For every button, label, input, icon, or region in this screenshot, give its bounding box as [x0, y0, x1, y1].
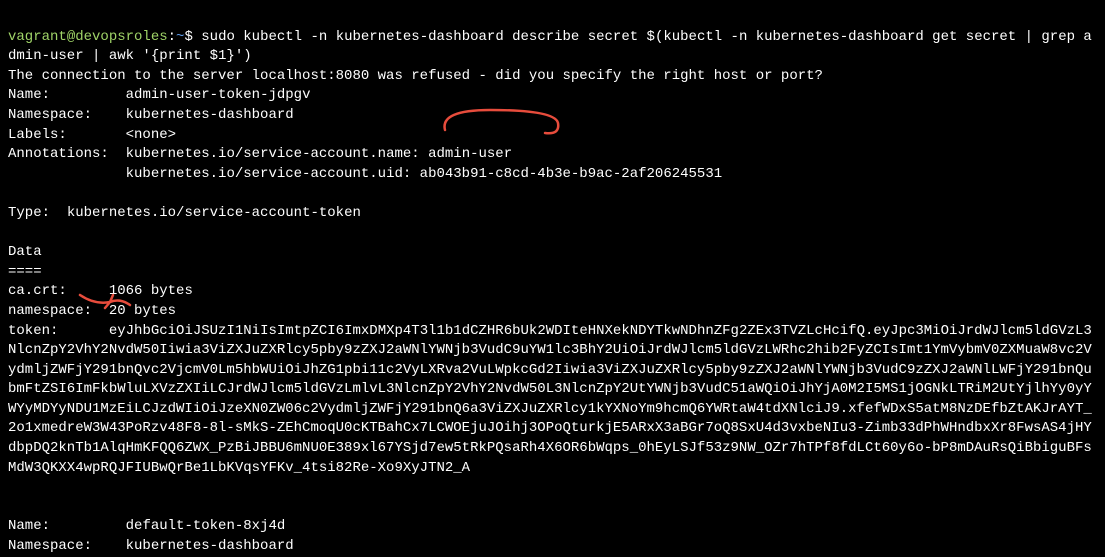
labels-value: <none> [126, 127, 176, 143]
ns-data-line: namespace: 20 bytes [8, 302, 1097, 322]
data-header: Data [8, 243, 1097, 263]
prompt-symbol: $ [184, 29, 192, 45]
ns-data-label: namespace: [8, 303, 92, 319]
connection-error: The connection to the server localhost:8… [8, 67, 1097, 87]
namespace2-value: kubernetes-dashboard [126, 538, 294, 554]
namespace-line: Namespace: kubernetes-dashboard [8, 106, 1097, 126]
name-label: Name: [8, 87, 50, 103]
ns-data-value: 20 bytes [109, 303, 176, 319]
annotations-value2: kubernetes.io/service-account.uid: ab043… [126, 166, 723, 182]
type-value: kubernetes.io/service-account-token [67, 205, 361, 221]
namespace-value: kubernetes-dashboard [126, 107, 294, 123]
token-value: eyJhbGciOiJSUzI1NiIsImtpZCI6ImxDMXp4T3l1… [8, 323, 1092, 476]
annotations-line2: kubernetes.io/service-account.uid: ab043… [8, 165, 1097, 185]
name2-label: Name: [8, 518, 50, 534]
secret-name2-line: Name: default-token-8xj4d [8, 517, 1097, 537]
name2-value: default-token-8xj4d [126, 518, 286, 534]
ca-crt-label: ca.crt: [8, 283, 67, 299]
annotations-label: Annotations: [8, 146, 109, 162]
ca-crt-value: 1066 bytes [109, 283, 193, 299]
type-label: Type: [8, 205, 50, 221]
labels-label: Labels: [8, 127, 67, 143]
token-label: token: [8, 323, 58, 339]
prompt-host: devopsroles [75, 29, 167, 45]
namespace2-line: Namespace: kubernetes-dashboard [8, 537, 1097, 557]
data-divider: ==== [8, 263, 1097, 283]
secret-name-line: Name: admin-user-token-jdpgv [8, 86, 1097, 106]
namespace-label: Namespace: [8, 107, 92, 123]
terminal-prompt-line: vagrant@devopsroles:~$ sudo kubectl -n k… [8, 8, 1097, 67]
labels-line: Labels: <none> [8, 126, 1097, 146]
ca-crt-line: ca.crt: 1066 bytes [8, 282, 1097, 302]
name-value: admin-user-token-jdpgv [126, 87, 311, 103]
annotations-value1: kubernetes.io/service-account.name: admi… [126, 146, 512, 162]
annotations-line1: Annotations: kubernetes.io/service-accou… [8, 145, 1097, 165]
token-line: token: eyJhbGciOiJSUzI1NiIsImtpZCI6ImxDM… [8, 322, 1097, 479]
namespace2-label: Namespace: [8, 538, 92, 554]
prompt-user: vagrant [8, 29, 67, 45]
type-line: Type: kubernetes.io/service-account-toke… [8, 204, 1097, 224]
